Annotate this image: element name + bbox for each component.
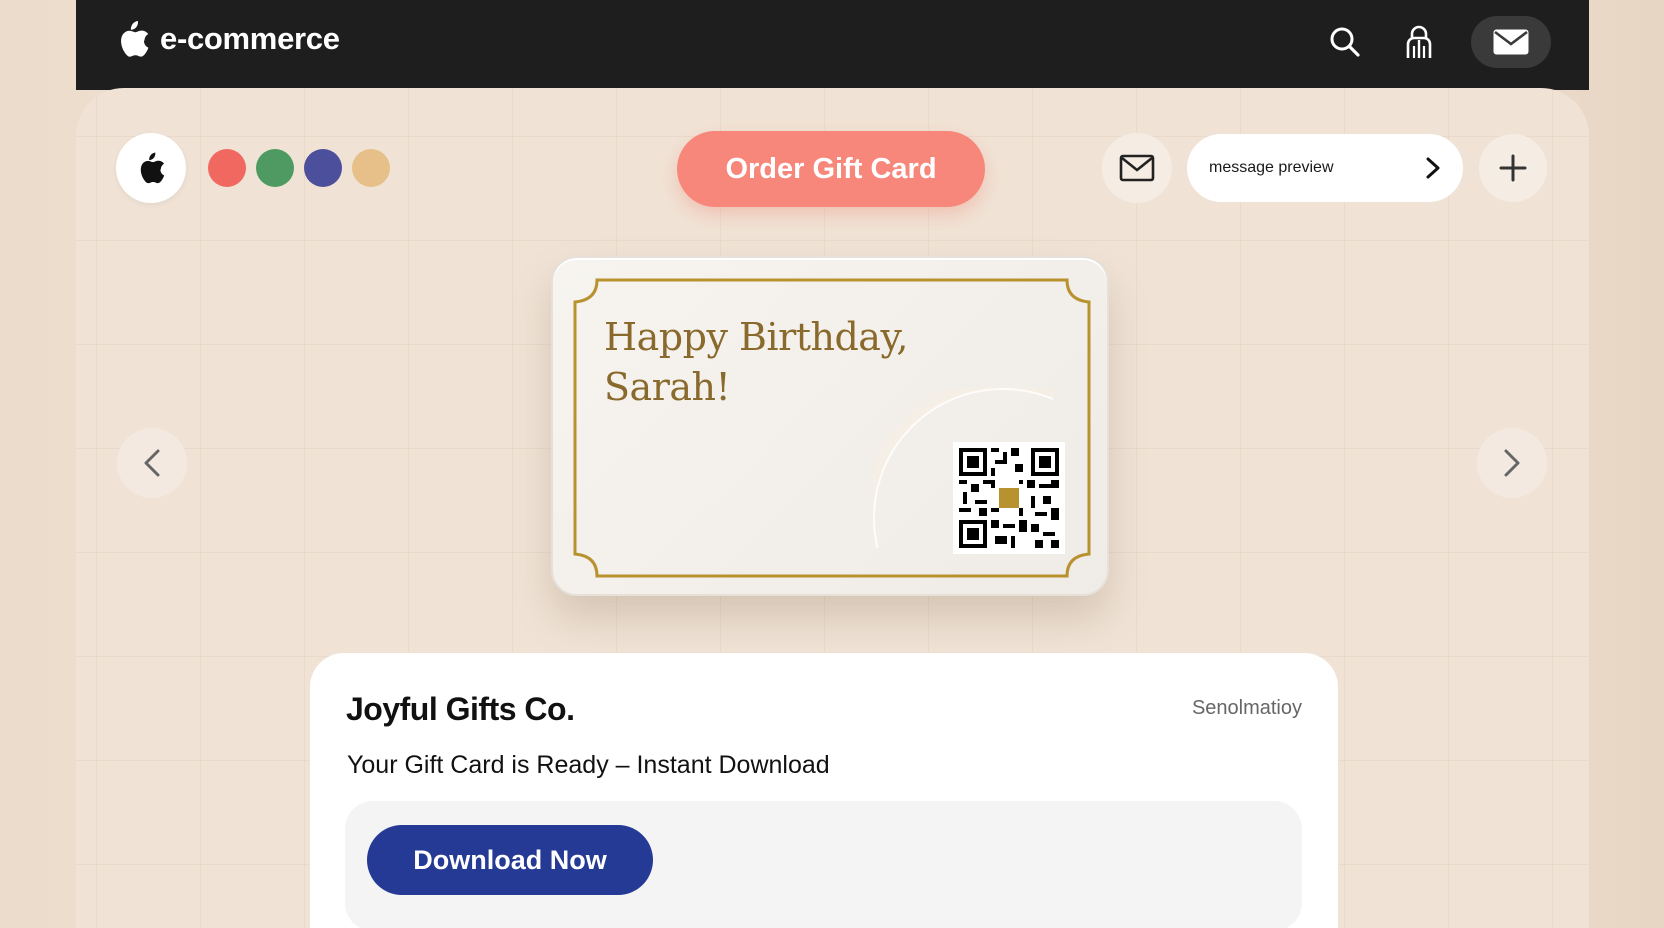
qr-code[interactable] [953,442,1065,554]
message-preview-button[interactable]: message preview [1187,134,1463,202]
download-area: Download Now [345,801,1302,928]
plus-icon [1499,154,1527,182]
envelope-button[interactable] [1102,133,1172,203]
carousel-next-button[interactable] [1477,428,1547,498]
brand-name: e-commerce [160,21,340,56]
brand[interactable]: e-commerce [116,18,340,60]
account-button[interactable] [1397,17,1441,67]
panel-subtitle: Your Gift Card is Ready – Instant Downlo… [347,751,830,779]
app-window: e-commerce Order Gift Card message previ… [76,0,1589,928]
envelope-icon [1119,154,1155,182]
apple-button[interactable] [116,133,186,203]
chevron-right-icon [1504,449,1520,477]
apple-logo-icon [140,152,165,184]
qr-code-icon [959,448,1059,548]
search-icon [1330,27,1360,57]
chevron-right-icon [1426,157,1440,179]
carousel-prev-button[interactable] [117,428,187,498]
download-panel: Joyful Gifts Co. Senolmatioy Your Gift C… [310,653,1338,928]
add-button[interactable] [1479,134,1547,202]
panel-tag: Senolmatioy [1191,697,1302,719]
search-button[interactable] [1323,17,1367,67]
gift-card[interactable]: Happy Birthday, Sarah! [551,256,1109,596]
greeting-line-2: Sarah! [604,365,731,409]
user-icon [1406,25,1432,58]
main-content: Order Gift Card message preview Happy Bi… [76,88,1589,928]
apple-logo-icon [121,21,149,57]
download-now-button[interactable]: Download Now [367,825,653,895]
mail-icon [1493,29,1529,55]
greeting-line-1: Happy Birthday, [604,315,908,359]
card-greeting: Happy Birthday, Sarah! [604,312,908,412]
top-bar: e-commerce [76,0,1589,90]
color-swatches [208,149,390,187]
order-gift-card-button[interactable]: Order Gift Card [677,131,985,207]
mail-button[interactable] [1471,16,1551,68]
company-name: Joyful Gifts Co. [346,691,575,727]
swatch-blue[interactable] [304,149,342,187]
swatch-red[interactable] [208,149,246,187]
chevron-left-icon [144,449,160,477]
message-preview-label: message preview [1209,159,1334,176]
swatch-green[interactable] [256,149,294,187]
swatch-tan[interactable] [352,149,390,187]
